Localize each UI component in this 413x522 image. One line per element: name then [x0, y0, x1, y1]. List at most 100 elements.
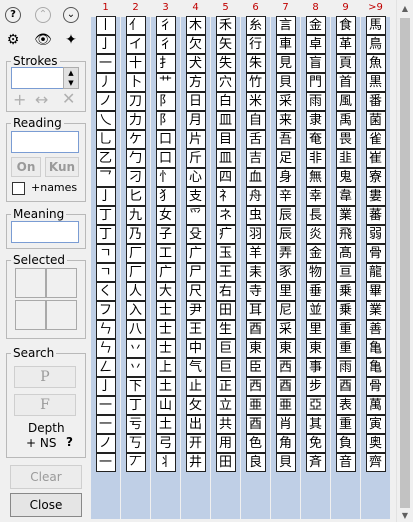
radical-cell[interactable]: 丁 — [91, 205, 120, 225]
radical-glyph[interactable]: 月 — [185, 110, 206, 130]
radical-cell[interactable]: 亅 — [91, 376, 120, 396]
radical-glyph[interactable]: 彳 — [155, 15, 176, 35]
radical-cell[interactable]: 頁 — [331, 53, 360, 73]
radical-glyph[interactable]: 采 — [275, 91, 296, 111]
radical-cell[interactable]: 心 — [181, 167, 210, 187]
radical-cell[interactable]: 十 — [121, 53, 150, 73]
radical-cell[interactable]: 白 — [211, 91, 240, 111]
radical-glyph[interactable]: ㄥ — [95, 357, 116, 377]
radical-cell[interactable]: 色 — [241, 433, 270, 453]
radical-cell[interactable]: 並 — [301, 300, 330, 320]
radical-cell[interactable]: 萬 — [361, 395, 390, 415]
radical-glyph[interactable]: 吉 — [245, 148, 266, 168]
radical-cell[interactable]: 鬼 — [331, 167, 360, 187]
radical-cell[interactable]: ㄣ — [91, 319, 120, 339]
radical-cell[interactable]: フ — [91, 300, 120, 320]
radical-glyph[interactable]: 亀 — [365, 357, 386, 377]
radical-cell[interactable]: 吾 — [271, 129, 300, 149]
radical-cell[interactable]: 事 — [301, 357, 330, 377]
radical-glyph[interactable]: 齊 — [365, 452, 386, 472]
radical-cell[interactable]: 長 — [301, 205, 330, 225]
radical-glyph[interactable]: 東 — [245, 338, 266, 358]
radical-cell[interactable]: 礻 — [211, 186, 240, 206]
radical-glyph[interactable]: 力 — [125, 110, 146, 130]
radical-cell[interactable]: 奄 — [301, 129, 330, 149]
radical-cell[interactable]: ネ — [211, 205, 240, 225]
radical-cell[interactable]: 音 — [331, 452, 360, 472]
radical-cell[interactable]: 弱 — [361, 224, 390, 244]
radical-glyph[interactable]: イ — [125, 34, 146, 54]
selected-slot[interactable] — [15, 268, 46, 298]
radical-cell[interactable]: 隶 — [301, 110, 330, 130]
radical-glyph[interactable]: 皿 — [215, 110, 236, 130]
radical-glyph[interactable]: 重 — [335, 414, 356, 434]
radical-cell[interactable]: 来 — [271, 110, 300, 130]
radical-cell[interactable]: 支 — [181, 186, 210, 206]
radical-glyph[interactable]: 采 — [275, 319, 296, 339]
radical-cell[interactable]: 犬 — [181, 53, 210, 73]
radical-cell[interactable]: 米 — [241, 91, 270, 111]
radical-glyph[interactable]: ㄣ — [95, 319, 116, 339]
radical-cell[interactable]: 犭 — [151, 186, 180, 206]
radical-glyph[interactable]: 丬 — [155, 452, 176, 472]
radical-cell[interactable]: 生 — [211, 319, 240, 339]
radical-glyph[interactable]: 亅 — [95, 186, 116, 206]
radical-glyph[interactable]: 士 — [155, 300, 176, 320]
radical-glyph[interactable]: 禾 — [215, 15, 236, 35]
radical-cell[interactable]: 角 — [271, 433, 300, 453]
radical-cell[interactable]: 卓 — [301, 34, 330, 54]
radical-cell[interactable]: 刁 — [121, 167, 150, 187]
radical-cell[interactable]: 立 — [211, 395, 240, 415]
radical-glyph[interactable]: 隶 — [305, 110, 326, 130]
radical-glyph[interactable]: 白 — [215, 91, 236, 111]
radical-glyph[interactable]: 来 — [275, 110, 296, 130]
close-button[interactable]: Close — [10, 493, 82, 517]
chevron-up-icon[interactable]: ⌃ — [34, 6, 52, 24]
radical-cell[interactable]: 東 — [301, 338, 330, 358]
radical-cell[interactable]: 貝 — [271, 452, 300, 472]
radical-glyph[interactable]: 禹 — [335, 110, 356, 130]
radical-cell[interactable]: 爫 — [181, 205, 210, 225]
radical-cell[interactable]: 食 — [331, 15, 360, 35]
radical-cell[interactable]: 一 — [91, 53, 120, 73]
radical-cell[interactable]: 血 — [241, 167, 270, 187]
radical-glyph[interactable]: 尺 — [185, 281, 206, 301]
radical-glyph[interactable]: 土 — [155, 414, 176, 434]
radical-cell[interactable]: 舟 — [241, 186, 270, 206]
radical-glyph[interactable]: 吾 — [275, 129, 296, 149]
radical-glyph[interactable]: 酉 — [335, 376, 356, 396]
radical-glyph[interactable]: 物 — [305, 262, 326, 282]
radical-cell[interactable]: 羽 — [241, 224, 270, 244]
radical-glyph[interactable]: 糸 — [245, 15, 266, 35]
radical-cell[interactable]: 气 — [181, 357, 210, 377]
radical-glyph[interactable]: 丁 — [95, 205, 116, 225]
radical-glyph[interactable]: 目 — [215, 129, 236, 149]
radical-glyph[interactable]: 中 — [185, 338, 206, 358]
radical-glyph[interactable]: 出 — [185, 414, 206, 434]
names-checkbox[interactable] — [12, 182, 25, 195]
radical-cell[interactable]: 辛 — [271, 186, 300, 206]
radical-glyph[interactable]: 矢 — [215, 34, 236, 54]
radical-cell[interactable]: 重 — [331, 338, 360, 358]
radical-cell[interactable]: 門 — [301, 72, 330, 92]
radical-cell[interactable]: 免 — [301, 433, 330, 453]
radical-cell[interactable]: 舌 — [241, 129, 270, 149]
radical-cell[interactable]: 子 — [151, 224, 180, 244]
radical-glyph[interactable]: 亏 — [125, 414, 146, 434]
p-button[interactable]: P — [14, 366, 76, 388]
radical-glyph[interactable]: 口 — [155, 148, 176, 168]
radical-glyph[interactable]: 王 — [185, 319, 206, 339]
radical-glyph[interactable]: 長 — [305, 205, 326, 225]
radical-cell[interactable]: 彳 — [151, 15, 180, 35]
radical-glyph[interactable]: 竹 — [245, 72, 266, 92]
radical-glyph[interactable]: 心 — [185, 167, 206, 187]
radical-cell[interactable]: 田 — [211, 452, 240, 472]
radical-cell[interactable]: 厂 — [121, 243, 150, 263]
radical-cell[interactable]: 負 — [331, 433, 360, 453]
radical-cell[interactable]: 糸 — [241, 15, 270, 35]
radical-glyph[interactable]: 亅 — [95, 34, 116, 54]
radical-glyph[interactable]: 彳 — [155, 34, 176, 54]
radical-cell[interactable]: 失 — [211, 53, 240, 73]
radical-glyph[interactable]: 生 — [215, 319, 236, 339]
reading-input[interactable] — [11, 131, 79, 153]
